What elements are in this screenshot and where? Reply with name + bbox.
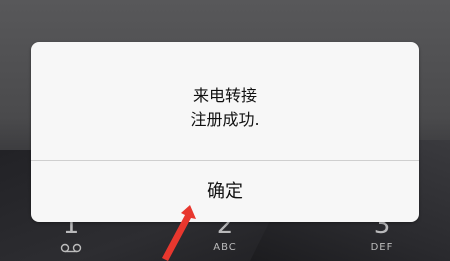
dialog-title: 来电转接 (192, 86, 257, 105)
key-letters: ABC (213, 242, 237, 253)
dialog-body: 注册成功. (190, 110, 260, 129)
voicemail-icon (60, 238, 82, 257)
key-letters: DEF (370, 242, 394, 253)
dialog-message: 来电转接 注册成功. (31, 84, 419, 132)
alert-dialog: 来电转接 注册成功. 确定 (31, 42, 419, 222)
confirm-button[interactable]: 确定 (31, 161, 419, 222)
annotation-arrow-icon (162, 205, 196, 261)
